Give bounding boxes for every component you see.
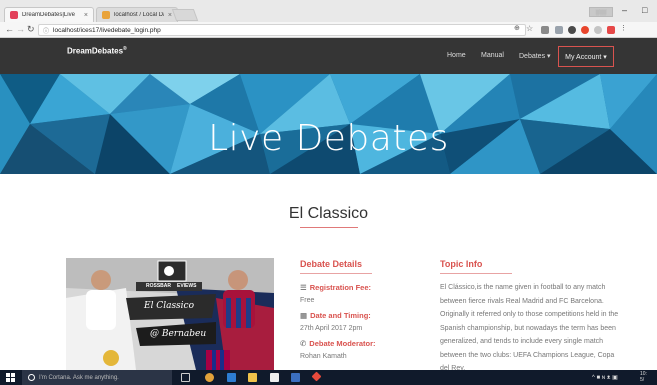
debate-poster-image: ROSSBAR EVIEWS El Classico @ Bernabeu — [66, 258, 274, 370]
phpmyadmin-favicon-icon — [102, 11, 110, 19]
poster-script-line1: El Classico — [144, 301, 195, 311]
extension-icon[interactable] — [555, 26, 563, 34]
poster-banner-left: ROSSBAR — [146, 283, 172, 289]
browser-toolbar: ← → ↻ ⓘ localhost/ices17/livedebate_logi… — [0, 22, 657, 38]
debate-details-title: Debate Details — [300, 259, 363, 269]
list-icon: ☰ — [300, 283, 307, 292]
url-text: localhost/ices17/livedebate_login.php — [53, 26, 161, 34]
menu-icon[interactable]: ⋮ — [620, 24, 627, 32]
address-bar[interactable]: ⓘ localhost/ices17/livedebate_login.php — [38, 24, 526, 36]
app-icon[interactable] — [291, 373, 300, 382]
bookmark-star-icon[interactable]: ☆ — [526, 24, 533, 33]
cortana-icon — [28, 374, 35, 381]
dreamdebates-favicon-icon — [10, 11, 18, 19]
minimize-icon[interactable]: – — [622, 5, 627, 15]
app-icon[interactable] — [311, 371, 322, 382]
pocket-icon[interactable] — [568, 26, 576, 34]
zoom-icon[interactable]: ⊕ — [514, 24, 520, 32]
phone-icon: ✆ — [300, 339, 307, 348]
forward-icon[interactable]: → — [16, 24, 25, 34]
site-navbar: DreamDebates® Home Manual Debates ▾ My A… — [0, 38, 657, 74]
moderator-label: ✆ Debate Moderator: — [300, 339, 376, 348]
my-account-dropdown[interactable]: My Account ▾ — [558, 46, 614, 67]
site-brand[interactable]: DreamDebates® — [67, 46, 127, 56]
windows-taskbar: I'm Cortana. Ask me anything. ^ ■ ɴ ᴥ ▣ … — [0, 370, 657, 385]
chrome-icon[interactable] — [205, 373, 214, 382]
topic-info-divider — [440, 273, 512, 274]
reload-icon[interactable]: ↻ — [27, 24, 35, 35]
tab-label: DreamDebates|Live — [22, 12, 75, 18]
store-icon[interactable] — [270, 373, 279, 382]
windows-start-icon[interactable] — [6, 373, 15, 382]
poster-banner-right: EVIEWS — [177, 283, 197, 289]
cortana-search-box[interactable]: I'm Cortana. Ask me anything. — [22, 370, 172, 385]
moderator-value: Rohan Kamath — [300, 353, 347, 360]
heading-divider — [300, 227, 358, 228]
date-timing-label: ▦ Date and Timing: — [300, 311, 371, 320]
extension-icon[interactable] — [541, 26, 549, 34]
registration-fee-label: ☰ Registration Fee: — [300, 283, 371, 292]
topic-info-text: El Clássico,is the name given in footbal… — [440, 284, 619, 372]
back-icon[interactable]: ← — [5, 24, 14, 34]
nav-home[interactable]: Home — [447, 52, 466, 59]
nav-debates-dropdown[interactable]: Debates ▾ — [519, 52, 551, 60]
extension-icon[interactable] — [594, 26, 602, 34]
tab-local-database[interactable]: localhost / Local Databa × — [96, 7, 178, 22]
topic-info-title: Topic Info — [440, 259, 483, 269]
page-title: El Classico — [288, 205, 369, 222]
cortana-placeholder: I'm Cortana. Ask me anything. — [39, 374, 119, 381]
date-timing-value: 27th April 2017 2pm — [300, 325, 363, 332]
browser-tab-strip: DreamDebates|Live × localhost / Local Da… — [0, 0, 657, 22]
system-tray[interactable]: ^ ■ ɴ ᴥ ▣ — [592, 374, 618, 381]
debate-details-divider — [300, 273, 372, 274]
profile-button[interactable]: ░░░ — [589, 7, 613, 17]
file-explorer-icon[interactable] — [248, 373, 257, 382]
hero-banner: Live Debates — [0, 74, 657, 174]
maximize-icon[interactable]: □ — [642, 5, 647, 15]
nav-manual[interactable]: Manual — [481, 52, 504, 59]
extension-icon[interactable] — [607, 26, 615, 34]
calendar-icon: ▦ — [300, 311, 308, 320]
page-info-icon[interactable]: ⓘ — [43, 26, 49, 35]
edge-icon[interactable] — [227, 373, 236, 382]
tab-label: localhost / Local Databa — [114, 12, 164, 18]
new-tab-button[interactable] — [171, 9, 199, 21]
close-icon[interactable]: × — [168, 12, 172, 19]
registration-fee-value: Free — [300, 297, 315, 304]
tab-dreamdebates-live[interactable]: DreamDebates|Live × — [4, 7, 94, 22]
poster-script-line2: @ Bernabeu — [150, 329, 207, 339]
opera-icon[interactable] — [581, 26, 589, 34]
task-view-icon[interactable] — [181, 373, 190, 382]
hero-title: Live Debates — [208, 118, 449, 159]
close-icon[interactable]: × — [84, 12, 88, 19]
system-clock[interactable]: 10: 5/ — [640, 371, 647, 383]
